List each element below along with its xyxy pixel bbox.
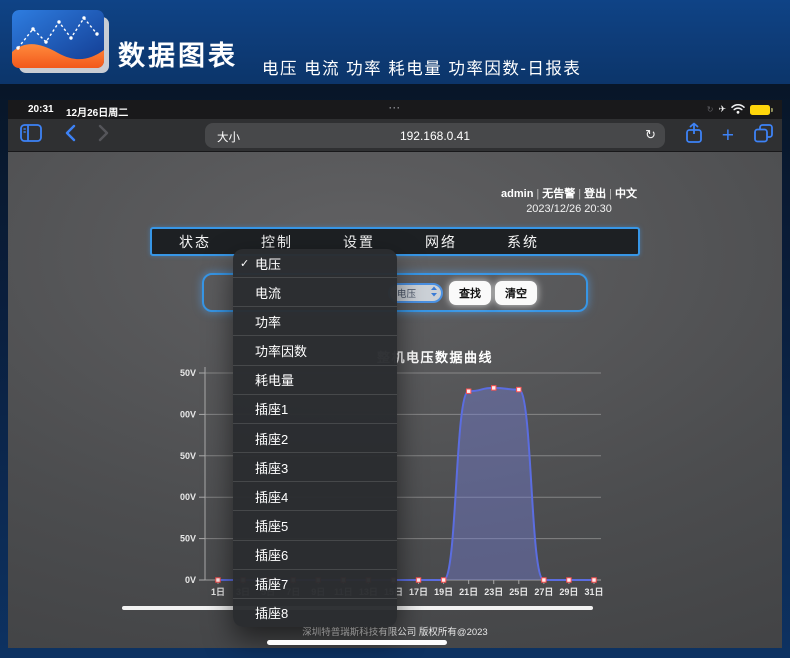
dropdown-option-11[interactable]: 插座6 <box>233 540 397 569</box>
dropdown-option-label: 功率因数 <box>255 341 307 360</box>
select-options-popover: ✓ 电压电流功率功率因数耗电量插座1 插座2 插座3 插座4 插座5 插座6 插座7 插座8 <box>233 249 397 627</box>
dropdown-option-label: 插座2 <box>255 429 288 448</box>
data-point-marker <box>517 387 521 391</box>
back-button-icon[interactable] <box>64 124 76 147</box>
dropdown-option-label: 插座1 <box>255 399 288 418</box>
data-point-marker <box>466 389 470 393</box>
multitasking-dots-icon: ··· <box>8 103 782 113</box>
nav-item-4[interactable]: 网络 <box>425 232 457 252</box>
dropdown-option-2[interactable]: 电流 <box>233 277 397 306</box>
nav-item-5[interactable]: 系统 <box>507 232 539 252</box>
wifi-icon <box>731 101 745 119</box>
dropdown-option-1[interactable]: ✓ 电压 <box>233 249 397 277</box>
x-axis-label: 31日 <box>584 587 603 597</box>
clear-button[interactable]: 清空 <box>495 281 537 305</box>
alarm-status: 无告警 <box>542 188 575 200</box>
metric-select-value: 电压 <box>397 286 416 300</box>
dropdown-option-10[interactable]: 插座5 <box>233 510 397 539</box>
session-info: admin|无告警|登出|中文 2023/12/26 20:30 <box>501 185 637 215</box>
dropdown-option-7[interactable]: 插座2 <box>233 423 397 452</box>
sidebar-toggle-icon[interactable] <box>20 124 42 147</box>
x-axis-label: 19日 <box>434 587 453 597</box>
dropdown-option-label: 功率 <box>255 312 281 331</box>
y-axis-label: 250V <box>180 368 196 378</box>
dropdown-option-8[interactable]: 插座3 <box>233 452 397 481</box>
logout-link[interactable]: 登出 <box>584 188 606 200</box>
x-axis-label: 25日 <box>509 587 528 597</box>
dropdown-option-label: 插座6 <box>255 545 288 564</box>
select-chevrons-icon <box>430 284 438 302</box>
data-point-marker <box>416 578 420 582</box>
dropdown-option-label: 插座3 <box>255 458 288 477</box>
separator: | <box>606 188 615 200</box>
y-axis-label: 50V <box>180 534 196 544</box>
app-logo-chart-icon <box>12 10 104 68</box>
x-axis-label: 21日 <box>459 587 478 597</box>
forward-button-icon[interactable] <box>98 124 110 147</box>
screenshot-root: 数据图表 电压 电流 功率 耗电量 功率因数-日报表 20:31 12月26日周… <box>0 0 790 658</box>
dropdown-option-3[interactable]: 功率 <box>233 306 397 335</box>
orientation-lock-icon: ↻ <box>707 105 714 114</box>
tab-overview-icon[interactable] <box>753 123 774 148</box>
share-icon[interactable] <box>685 122 703 149</box>
language-link[interactable]: 中文 <box>615 188 637 200</box>
data-point-marker <box>441 578 445 582</box>
y-axis-label: 100V <box>180 492 196 502</box>
dropdown-option-6[interactable]: 插座1 <box>233 394 397 423</box>
separator: | <box>533 188 542 200</box>
x-axis-label: 23日 <box>484 587 503 597</box>
reload-icon[interactable]: ↻ <box>645 127 656 143</box>
y-axis-label: 150V <box>180 451 196 461</box>
dropdown-option-label: 电压 <box>255 254 281 273</box>
find-button[interactable]: 查找 <box>449 281 491 305</box>
app-header: 数据图表 电压 电流 功率 耗电量 功率因数-日报表 <box>0 0 790 84</box>
data-point-marker <box>592 578 596 582</box>
data-point-marker <box>567 578 571 582</box>
app-title: 数据图表 <box>118 34 238 73</box>
home-indicator[interactable] <box>267 640 447 645</box>
x-axis-label: 29日 <box>559 587 578 597</box>
data-point-marker <box>492 386 496 390</box>
y-axis-label: 200V <box>180 409 196 419</box>
report-subtitle: 电压 电流 功率 耗电量 功率因数-日报表 <box>262 55 581 79</box>
address-bar[interactable]: 大小 192.168.0.41 ↻ <box>205 123 665 148</box>
dropdown-option-9[interactable]: 插座4 <box>233 481 397 510</box>
server-datetime: 2023/12/26 20:30 <box>501 203 637 215</box>
status-bar: 20:31 12月26日周二 ··· ↻ ✈ <box>8 100 782 119</box>
separator: | <box>575 188 584 200</box>
y-axis-label: 0V <box>185 575 196 585</box>
airplane-mode-icon: ✈ <box>718 104 726 115</box>
new-tab-icon[interactable]: + <box>722 126 734 146</box>
url-text: 192.168.0.41 <box>205 129 665 143</box>
data-point-marker <box>216 578 220 582</box>
dropdown-option-label: 插座7 <box>255 574 288 593</box>
nav-item-1[interactable]: 状态 <box>179 232 211 252</box>
dropdown-option-label: 插座5 <box>255 516 288 535</box>
dropdown-option-13[interactable]: 插座8 <box>233 598 397 627</box>
battery-icon <box>750 105 770 115</box>
dropdown-option-label: 耗电量 <box>255 370 294 389</box>
checkmark-icon: ✓ <box>240 257 249 270</box>
x-axis-label: 27日 <box>534 587 553 597</box>
dropdown-option-label: 插座8 <box>255 603 288 622</box>
dropdown-option-12[interactable]: 插座7 <box>233 569 397 598</box>
dropdown-option-4[interactable]: 功率因数 <box>233 335 397 364</box>
user-menu: admin|无告警|登出|中文 <box>501 185 637 201</box>
x-axis-label: 17日 <box>409 587 428 597</box>
dropdown-option-label: 插座4 <box>255 487 288 506</box>
browser-toolbar: 大小 192.168.0.41 ↻ + <box>8 119 782 152</box>
ipad-screen: 20:31 12月26日周二 ··· ↻ ✈ <box>8 100 782 648</box>
x-axis-label: 1日 <box>211 587 225 597</box>
dropdown-option-label: 电流 <box>255 283 281 302</box>
dropdown-option-5[interactable]: 耗电量 <box>233 365 397 394</box>
user-name: admin <box>501 188 533 200</box>
data-point-marker <box>542 578 546 582</box>
